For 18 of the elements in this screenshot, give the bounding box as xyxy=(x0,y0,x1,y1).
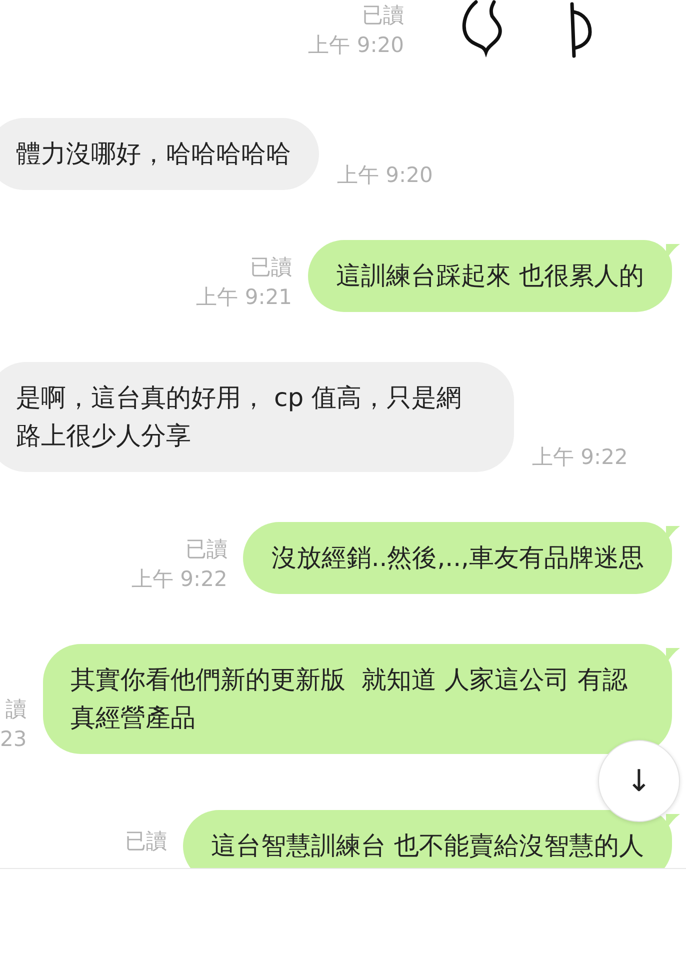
message-time: 上午 9:20 xyxy=(308,32,404,59)
message-bubble: 其實你看他們新的更新版 就知道 人家這公司 有認真經營產品 xyxy=(42,644,672,754)
message-bubble: 這台智慧訓練台 也不能賣給沒智慧的人 xyxy=(183,810,672,868)
message-time: 上午 9:21 xyxy=(196,284,292,311)
message-bubble: 體力沒哪好，哈哈哈哈哈 xyxy=(0,118,319,190)
message-bubble: 沒放經銷..然後,..,車友有品牌迷思 xyxy=(243,522,672,594)
message-time: 上午 9:20 xyxy=(337,162,433,189)
message-bubble: 這訓練台踩起來 也很累人的 xyxy=(308,240,672,312)
scroll-down-button[interactable]: ↓ xyxy=(598,740,680,822)
read-receipt: 已讀 xyxy=(250,254,292,281)
message-time: 上午 9:22 xyxy=(131,566,228,593)
read-receipt: 已讀 xyxy=(362,2,404,29)
read-receipt: 已讀 xyxy=(125,828,168,855)
message-bubble: 是啊，這台真的好用， cp 值高，只是網路上很少人分享 xyxy=(0,362,514,472)
read-receipt: 讀 xyxy=(6,696,27,723)
message-time: 上午 9:22 xyxy=(532,444,628,471)
message-time: 23 xyxy=(0,726,27,753)
read-receipt: 已讀 xyxy=(185,536,228,563)
